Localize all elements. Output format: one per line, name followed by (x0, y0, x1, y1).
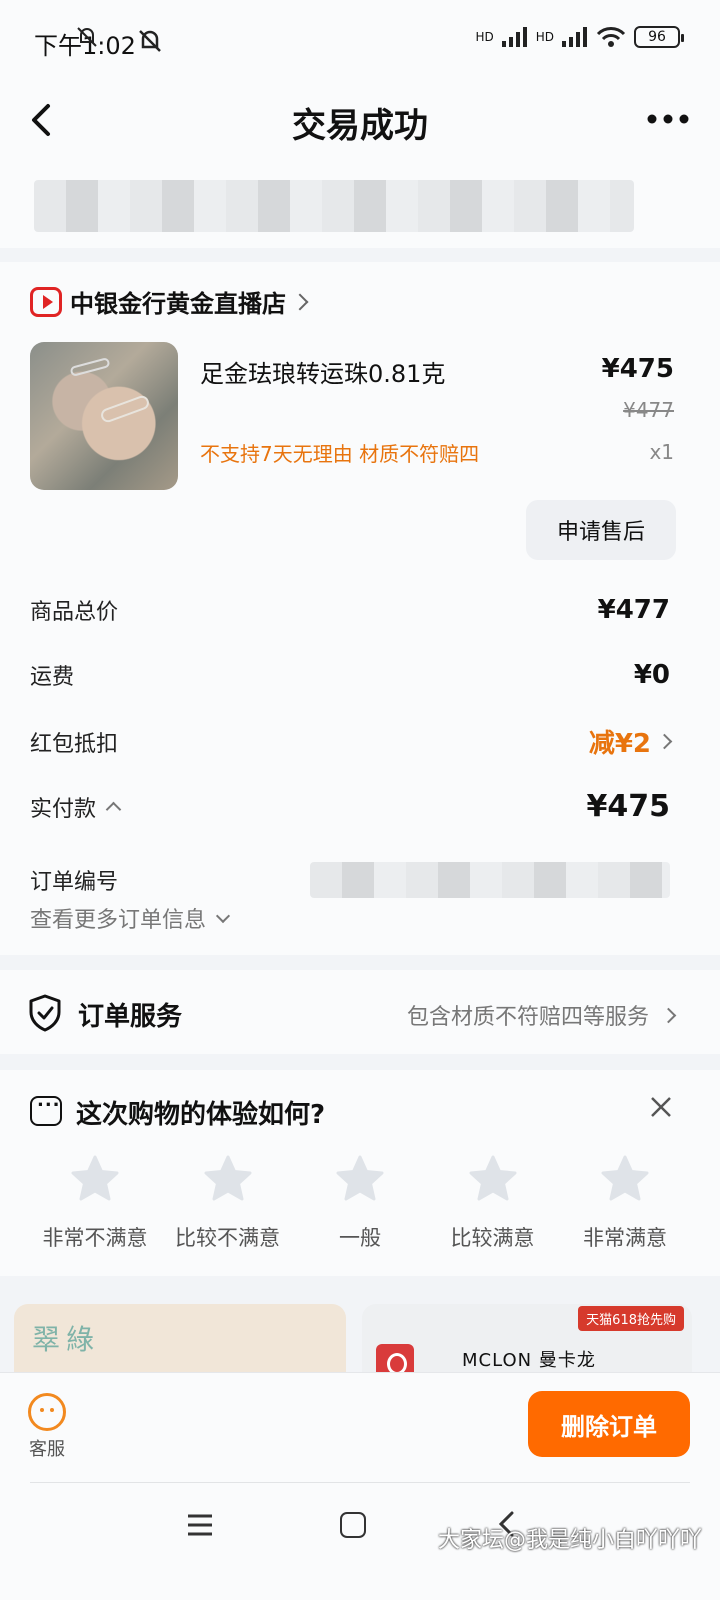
rating-label: 非常不满意 (42, 1226, 148, 1250)
promo-badge: 天猫618抢先购 (578, 1306, 684, 1331)
coupon-label: 红包抵扣 (30, 731, 119, 757)
coupon-value-wrap: 减¥2 (588, 723, 673, 760)
feedback-title: 这次购物的体验如何? (76, 1100, 326, 1130)
paid-label: 实付款 (30, 796, 97, 822)
order-service-title: 订单服务 (78, 1002, 183, 1032)
rating-very-dissatisfied[interactable]: 非常不满意 (30, 1154, 160, 1252)
status-icons: HD HD 96 (77, 26, 684, 48)
mute-bell-icon (139, 30, 161, 52)
chevron-right-icon (291, 293, 309, 310)
nav-bar: 交易成功 (0, 80, 720, 170)
product-quantity: x1 (649, 440, 674, 464)
coupon-value: 减¥2 (588, 729, 651, 759)
more-order-info-label: 查看更多订单信息 (30, 908, 207, 933)
paid-label-wrap: 实付款 (30, 791, 122, 823)
order-card: 中银金行黄金直播店 足金珐琅转运珠0.81克 不支持7天无理由 材质不符赔四 ¥… (0, 262, 720, 955)
rating-satisfied[interactable]: 比较满意 (428, 1154, 558, 1252)
status-bar: 下午1:02 HD HD 96 (0, 0, 720, 80)
live-shop-icon (30, 286, 62, 317)
product-tags: 不支持7天无理由 材质不符赔四 (200, 442, 480, 466)
order-number-label: 订单编号 (30, 870, 119, 895)
paid-value: ¥475 (586, 789, 671, 824)
mute-icon (77, 27, 98, 47)
rating-very-satisfied[interactable]: 非常满意 (560, 1154, 690, 1252)
goods-total-label: 商品总价 (30, 600, 119, 625)
feedback-card: 这次购物的体验如何? 非常不满意 比较不满意 一般 比较满意 非常满意 (0, 1070, 720, 1276)
system-nav-bar: 大家坛@我是纯小白吖吖吖 (0, 1482, 720, 1600)
customer-service-label: 客服 (29, 1439, 65, 1460)
chevron-down-icon (215, 908, 231, 924)
order-service-desc-wrap: 包含材质不符赔四等服务 (406, 999, 677, 1031)
rating-dissatisfied[interactable]: 比较不满意 (163, 1154, 293, 1252)
shipping-label: 运费 (30, 665, 75, 690)
star-icon (469, 1155, 516, 1201)
order-service-desc: 包含材质不符赔四等服务 (406, 1005, 649, 1030)
delete-order-button[interactable]: 删除订单 (528, 1391, 690, 1457)
shipping-value: ¥0 (633, 660, 670, 690)
recommendation-left-title: 翠綠 (32, 1323, 101, 1356)
product-original-price: ¥477 (623, 398, 674, 422)
bottom-action-bar: 客服 删除订单 (0, 1372, 720, 1482)
star-icon (71, 1155, 119, 1201)
rating-label: 一般 (339, 1226, 381, 1250)
rating-label: 比较满意 (450, 1226, 535, 1250)
signal-icon (501, 27, 527, 47)
signal-icon-2 (562, 27, 587, 47)
chevron-right-icon (656, 733, 673, 750)
rating-neutral[interactable]: 一般 (295, 1154, 425, 1252)
close-icon[interactable] (646, 1092, 676, 1122)
product-price: ¥475 (601, 354, 674, 384)
star-icon (336, 1155, 384, 1201)
chat-bubble-icon (30, 1090, 62, 1126)
more-order-info-link[interactable]: 查看更多订单信息 (30, 902, 231, 934)
customer-service-button[interactable]: 客服 (24, 1393, 70, 1461)
shop-row[interactable]: 中银金行黄金直播店 (30, 284, 309, 319)
address-blurred (34, 180, 634, 232)
shield-check-icon (29, 994, 61, 1032)
customer-service-icon (28, 1393, 66, 1431)
star-icon (204, 1155, 251, 1201)
wifi-icon (596, 27, 626, 47)
watermark-text: 大家坛@我是纯小白吖吖吖 (437, 1528, 702, 1553)
aftersale-button[interactable]: 申请售后 (526, 500, 676, 560)
order-number-blurred (310, 862, 670, 898)
more-options-icon[interactable] (646, 104, 690, 134)
product-title[interactable]: 足金珐琅转运珠0.81克 (200, 354, 445, 389)
chevron-up-icon (105, 801, 122, 818)
coupon-row[interactable]: 红包抵扣 减¥2 (30, 723, 673, 760)
rating-row: 非常不满意 比较不满意 一般 比较满意 非常满意 (30, 1154, 690, 1252)
chevron-right-icon (660, 1007, 677, 1023)
goods-total-value: ¥477 (597, 595, 670, 625)
battery-level: 96 (648, 29, 666, 45)
product-image[interactable] (30, 342, 178, 490)
page-title: 交易成功 (292, 106, 428, 146)
home-icon[interactable] (340, 1512, 366, 1538)
order-number-row: 订单编号 (30, 862, 670, 898)
rating-label: 比较不满意 (175, 1226, 280, 1250)
menu-icon[interactable] (186, 1512, 214, 1538)
recommendation-row: 翠綠 天猫618抢先购 MCLON 曼卡龙 (0, 1292, 720, 1404)
shop-name: 中银金行黄金直播店 (70, 290, 286, 318)
paid-row[interactable]: 实付款 ¥475 (30, 789, 670, 824)
rating-label: 非常满意 (583, 1226, 667, 1250)
star-icon (601, 1155, 649, 1201)
order-service-card[interactable]: 订单服务 包含材质不符赔四等服务 (0, 970, 720, 1054)
address-card[interactable] (0, 170, 720, 248)
goods-total-row: 商品总价 ¥477 (30, 594, 670, 626)
signal-hd-label-1: HD (475, 30, 494, 44)
divider (30, 1482, 690, 1483)
recommendation-brand: MCLON 曼卡龙 (462, 1350, 596, 1371)
battery-icon: 96 (634, 26, 684, 48)
signal-hd-label-2: HD (535, 30, 554, 44)
shipping-row: 运费 ¥0 (30, 659, 670, 691)
